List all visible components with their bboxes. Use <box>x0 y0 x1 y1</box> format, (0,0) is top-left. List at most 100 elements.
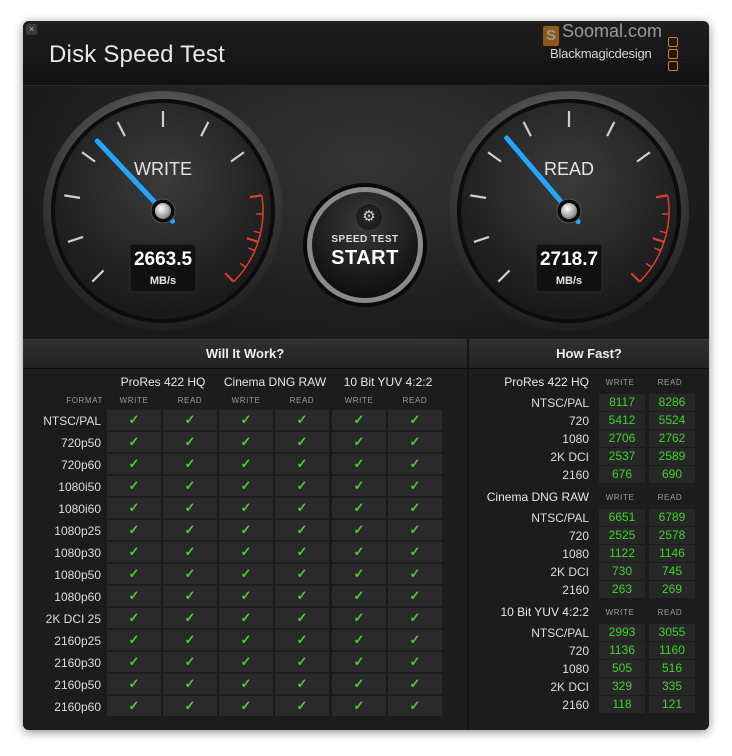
speed-row-label: 2160 <box>562 698 589 712</box>
compatibility-check: ✓ <box>107 542 161 562</box>
compatibility-check: ✓ <box>107 432 161 452</box>
read-fps-value: 2578 <box>649 527 695 544</box>
disk-speed-test-window: × Disk Speed Test S Soomal.com Blackmagic… <box>23 21 709 730</box>
format-row-label: 2160p25 <box>54 634 101 648</box>
codec-column-header: 10 Bit YUV 4:2:2 <box>343 375 433 389</box>
compatibility-check: ✓ <box>219 432 273 452</box>
write-fps-value: 2706 <box>599 430 645 447</box>
compatibility-check: ✓ <box>388 454 442 474</box>
read-subheader: READ <box>657 493 683 502</box>
compatibility-check: ✓ <box>388 586 442 606</box>
compatibility-check: ✓ <box>332 476 386 496</box>
speed-test-start-button[interactable]: SPEED TEST START <box>310 190 420 300</box>
read-fps-value: 121 <box>649 696 695 713</box>
compatibility-check: ✓ <box>107 520 161 540</box>
codec-group-title: 10 Bit YUV 4:2:2 <box>500 605 590 619</box>
compatibility-check: ✓ <box>332 432 386 452</box>
how-fast-title: How Fast? <box>469 339 709 369</box>
compatibility-check: ✓ <box>107 696 161 716</box>
write-subheader: WRITE <box>605 608 635 617</box>
read-speed-unit: MB/s <box>555 275 583 287</box>
codec-column-header: ProRes 422 HQ <box>120 375 206 389</box>
write-fps-value: 2993 <box>599 624 645 641</box>
title-bar: × Disk Speed Test S Soomal.com Blackmagic… <box>23 21 709 86</box>
codec-column-header: Cinema DNG RAW <box>223 375 327 389</box>
read-hub <box>561 203 577 219</box>
read-fps-value: 3055 <box>649 624 695 641</box>
speed-row-label: 2160 <box>562 583 589 597</box>
speed-row-label: 2K DCI <box>550 565 589 579</box>
compatibility-check: ✓ <box>275 454 329 474</box>
compatibility-check: ✓ <box>275 542 329 562</box>
compatibility-check: ✓ <box>332 608 386 628</box>
speed-row-label: 1080 <box>562 432 589 446</box>
read-fps-value: 269 <box>649 581 695 598</box>
compatibility-check: ✓ <box>388 520 442 540</box>
read-gauge-label: READ <box>543 159 594 179</box>
compatibility-check: ✓ <box>332 674 386 694</box>
speed-row-label: NTSC/PAL <box>531 626 589 640</box>
brand-logo-icon <box>668 37 678 73</box>
read-fps-value: 1160 <box>649 642 695 659</box>
speed-row-label: 1080 <box>562 547 589 561</box>
speed-row-label: 2K DCI <box>550 450 589 464</box>
read-fps-value: 516 <box>649 660 695 677</box>
compatibility-check: ✓ <box>388 696 442 716</box>
compatibility-check: ✓ <box>219 586 273 606</box>
read-subheader: READ <box>402 396 428 405</box>
write-fps-value: 1122 <box>599 545 645 562</box>
format-row-label: 1080p30 <box>54 546 101 560</box>
compatibility-check: ✓ <box>107 608 161 628</box>
compatibility-check: ✓ <box>332 520 386 540</box>
format-row-label: 1080i60 <box>58 502 101 516</box>
compatibility-check: ✓ <box>388 674 442 694</box>
compatibility-check: ✓ <box>219 630 273 650</box>
read-fps-value: 6789 <box>649 509 695 526</box>
read-subheader: READ <box>657 608 683 617</box>
write-subheader: WRITE <box>119 396 149 405</box>
start-button-caption: SPEED TEST <box>331 234 399 245</box>
write-subheader: WRITE <box>605 493 635 502</box>
compatibility-check: ✓ <box>107 586 161 606</box>
compatibility-check: ✓ <box>332 454 386 474</box>
close-window-button[interactable]: × <box>26 24 37 35</box>
write-fps-value: 118 <box>599 696 645 713</box>
compatibility-check: ✓ <box>163 696 217 716</box>
compatibility-check: ✓ <box>275 696 329 716</box>
compatibility-check: ✓ <box>219 476 273 496</box>
compatibility-check: ✓ <box>163 476 217 496</box>
read-fps-value: 745 <box>649 563 695 580</box>
compatibility-check: ✓ <box>163 630 217 650</box>
compatibility-check: ✓ <box>275 674 329 694</box>
write-subheader: WRITE <box>605 378 635 387</box>
compatibility-check: ✓ <box>163 652 217 672</box>
compatibility-check: ✓ <box>275 564 329 584</box>
format-row-label: 1080p60 <box>54 590 101 604</box>
read-speed-value: 2718.7 <box>539 249 599 270</box>
compatibility-check: ✓ <box>388 498 442 518</box>
compatibility-check: ✓ <box>275 520 329 540</box>
write-hub <box>155 203 171 219</box>
compatibility-check: ✓ <box>107 630 161 650</box>
compatibility-check: ✓ <box>388 476 442 496</box>
compatibility-check: ✓ <box>388 432 442 452</box>
format-row-label: 1080p25 <box>54 524 101 538</box>
will-it-work-title: Will It Work? <box>23 339 467 369</box>
format-row-label: 2160p50 <box>54 678 101 692</box>
format-row-label: 1080p50 <box>54 568 101 582</box>
compatibility-check: ✓ <box>332 696 386 716</box>
write-fps-value: 5412 <box>599 412 645 429</box>
write-subheader: WRITE <box>344 396 374 405</box>
write-speed-value: 2663.5 <box>133 249 193 270</box>
format-row-label: 720p60 <box>60 458 101 472</box>
write-fps-value: 676 <box>599 466 645 483</box>
write-fps-value: 329 <box>599 678 645 695</box>
compatibility-check: ✓ <box>163 454 217 474</box>
write-speed-unit: MB/s <box>149 275 177 287</box>
format-row-label: 720p50 <box>60 436 101 450</box>
compatibility-check: ✓ <box>163 520 217 540</box>
compatibility-check: ✓ <box>219 410 273 430</box>
watermark-text: Soomal.com <box>562 21 663 41</box>
format-row-label: 2160p30 <box>54 656 101 670</box>
compatibility-check: ✓ <box>332 564 386 584</box>
